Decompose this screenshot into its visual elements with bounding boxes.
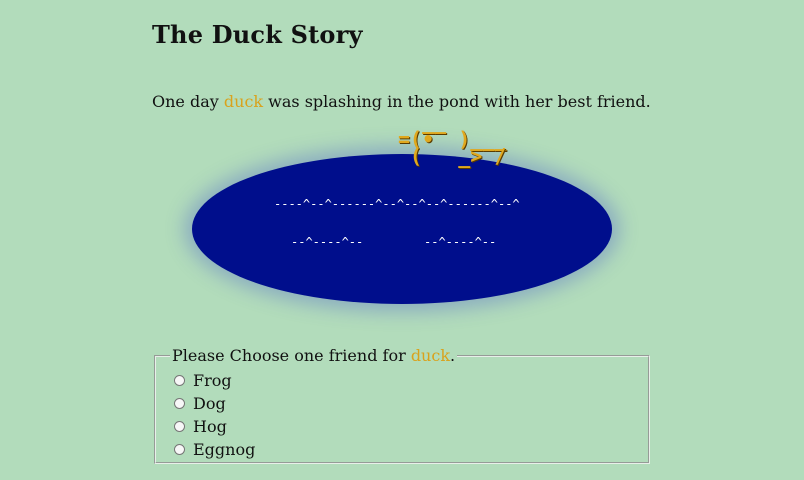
hog-radio[interactable] [174,421,185,432]
page: The Duck Story One day duck was splashin… [0,0,804,480]
pond-ripple-line: ----^--^------^--^--^--^------^--^ [274,197,520,211]
eggnog-radio[interactable] [174,444,185,455]
friend-option-frog[interactable]: Frog [170,369,648,392]
friend-option-dog[interactable]: Dog [170,392,648,415]
dog-radio[interactable] [174,398,185,409]
pond-ripple-line: --^----^-- [291,235,364,249]
story-suffix: was splashing in the pond with her best … [263,92,651,111]
duck-ascii-art: __ =(• )___ ( _> / [398,110,507,168]
legend-prefix: Please Choose one friend for [172,346,411,365]
friend-option-label: Hog [193,417,227,436]
pond [192,154,612,304]
story-duck-name: duck [223,92,264,111]
page-title: The Duck Story [152,20,363,49]
friend-choice-legend: Please Choose one friend for duck. [170,346,457,365]
friend-choice-fieldset: Please Choose one friend for duck. Frog … [154,346,650,464]
frog-radio[interactable] [174,375,185,386]
friend-option-label: Eggnog [193,440,256,459]
friend-option-eggnog[interactable]: Eggnog [170,438,648,461]
friend-option-label: Dog [193,394,226,413]
story-prefix: One day [152,92,224,111]
story-sentence: One day duck was splashing in the pond w… [152,92,651,111]
friend-option-label: Frog [193,371,232,390]
pond-ripple-line: --^----^-- [424,235,497,249]
legend-suffix: . [450,346,456,365]
friend-option-hog[interactable]: Hog [170,415,648,438]
legend-duck-name: duck [410,346,451,365]
